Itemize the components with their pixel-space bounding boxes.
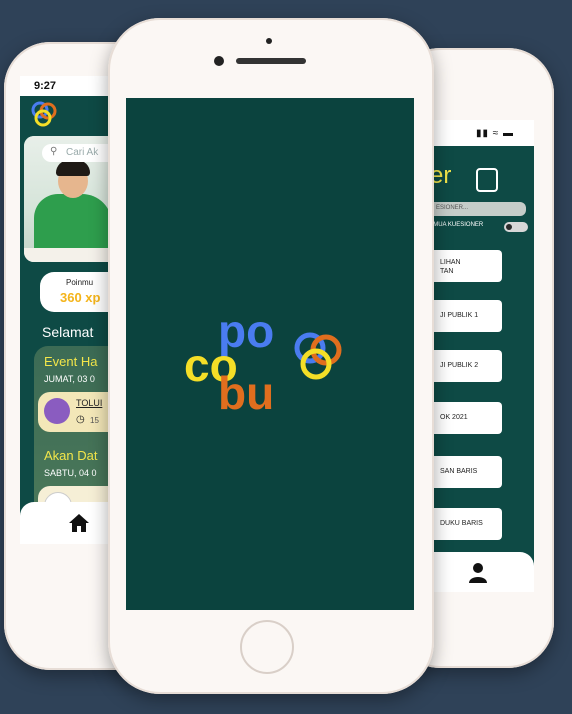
points-value: 360 xp: [60, 290, 101, 305]
status-time: 9:27: [34, 80, 57, 92]
questionnaire-item[interactable]: SAN BARIS: [430, 456, 502, 488]
sensor: [266, 38, 272, 44]
points-label: Poinmu: [66, 278, 94, 287]
greeting-text: Selamat: [42, 324, 94, 340]
questionnaire-item[interactable]: JI PUBLIK 2: [430, 350, 502, 382]
event-section-title: Event Ha: [44, 354, 98, 369]
document-icon[interactable]: [476, 168, 498, 192]
upcoming-date: SABTU, 04 0: [44, 468, 97, 478]
status-icons: ▮▮ ≈ ▬: [476, 128, 515, 139]
event-icon: [44, 398, 70, 424]
upcoming-section-title: Akan Dat: [44, 448, 98, 463]
clock-icon: ◷: [76, 414, 85, 425]
questionnaire-item[interactable]: JI PUBLIK 1: [430, 300, 502, 332]
user-icon[interactable]: [468, 562, 488, 584]
app-logo-icon: [31, 101, 57, 127]
search-icon: ⚲: [50, 146, 58, 157]
splash-screen: po co bu: [126, 98, 414, 610]
search-placeholder: Cari Ak: [66, 147, 99, 158]
event-name: TOLUI: [76, 398, 103, 408]
home-button[interactable]: [240, 620, 294, 674]
show-all-toggle[interactable]: [504, 222, 528, 232]
questionnaire-item[interactable]: OK 2021: [430, 402, 502, 434]
logo-text-bu: bu: [218, 367, 275, 419]
logo-rings-icon: [294, 332, 342, 380]
front-camera: [214, 56, 224, 66]
questionnaire-item[interactable]: LIHAN TAN: [430, 250, 502, 282]
event-hour: 15: [90, 416, 99, 425]
search-placeholder: ESIONER...: [436, 205, 469, 211]
event-date: JUMAT, 03 0: [44, 374, 95, 384]
speaker: [236, 58, 306, 64]
questionnaire-item[interactable]: DUKU BARIS: [430, 508, 502, 540]
search-input[interactable]: ESIONER...: [418, 202, 526, 216]
home-icon[interactable]: [68, 512, 90, 534]
